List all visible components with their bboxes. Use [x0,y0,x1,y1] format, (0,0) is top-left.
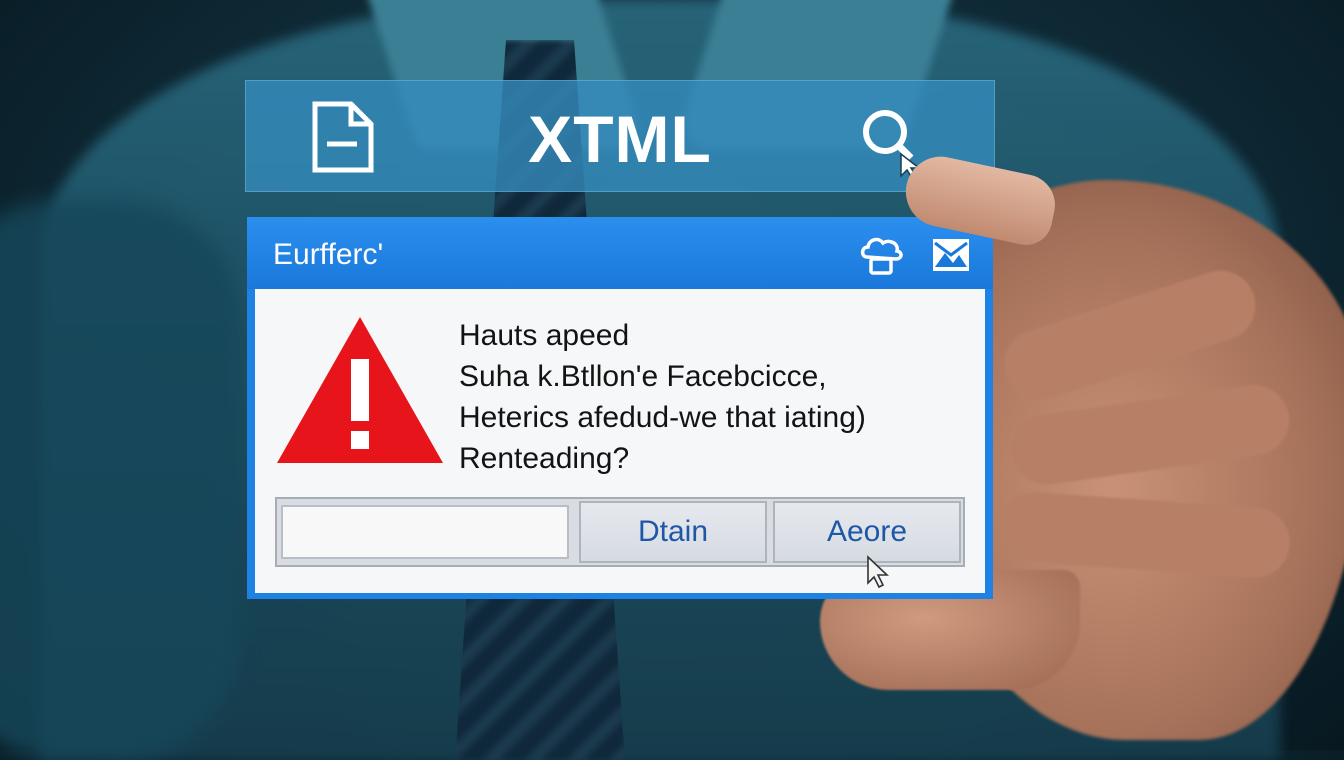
image-icon[interactable] [931,237,971,273]
dialog-header: Eurfferc' [247,217,993,289]
dialog-message: Hauts apeed Suha k.Btllon'e Facebcicce, … [459,315,979,479]
message-line: Renteading? [459,442,630,475]
dtain-button[interactable]: Dtain [579,501,767,563]
dialog-title: Eurfferc' [273,238,384,271]
app-toolbar: XTML [245,80,995,192]
dialog-action-row: Dtain Aeore [275,497,965,567]
mouse-pointer-icon [867,555,890,589]
cloud-icon[interactable] [859,235,903,275]
message-line: Hauts apeed [459,319,630,352]
message-line: Heterics afedud-we that iating) [459,401,866,434]
warning-triangle-icon [277,317,443,463]
dialog-body: Hauts apeed Suha k.Btllon'e Facebcicce, … [255,289,985,593]
background-sleeve [0,200,240,760]
dialog-input-field[interactable] [281,505,569,559]
aeore-button[interactable]: Aeore [773,501,961,563]
alert-dialog: Eurfferc' Hauts apeed Suha k.Btllon'e Fa… [247,217,993,599]
message-line: Suha k.Btllon'e Facebcicce, [459,360,827,393]
